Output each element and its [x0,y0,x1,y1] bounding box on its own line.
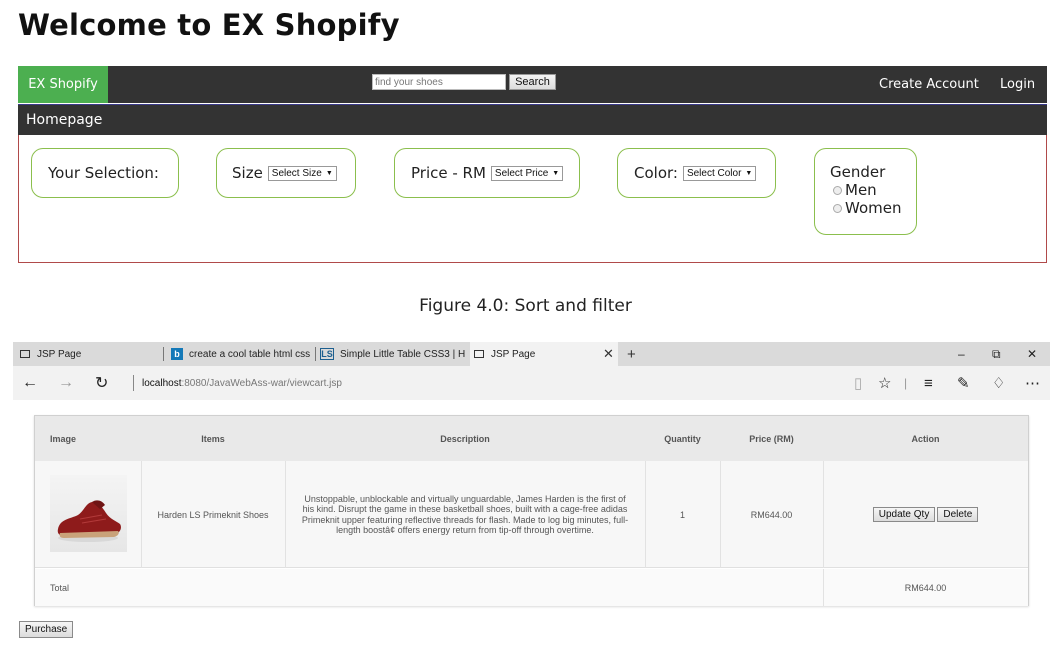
header-quantity: Quantity [664,433,701,444]
color-label: Color: [634,164,678,182]
favorite-icon[interactable]: ☆ [878,366,891,400]
purchase-button[interactable]: Purchase [19,621,74,638]
tab-jsp-page-active[interactable]: JSP Page [470,342,618,366]
gender-label: Gender [830,163,886,181]
color-filter-box: Color: Select Color ▼ [617,148,776,198]
filter-panel: Your Selection: Size Select Size ▼ Price… [18,135,1047,263]
search-input[interactable] [372,74,506,90]
tab-label: JSP Page [37,348,82,360]
reading-view-icon[interactable]: ▯ [854,366,862,400]
browser-tab-bar: JSP Page b create a cool table html css … [13,342,1050,366]
tab-label: JSP Page [491,348,536,360]
gender-option-men[interactable]: Men [830,181,877,199]
your-selection-box: Your Selection: [31,148,179,198]
url-host: localhost [142,377,182,389]
table-header: Image Items Description Quantity Price (… [35,416,1028,461]
total-label: Total [50,582,70,593]
total-value: RM644.00 [904,582,947,593]
color-select[interactable]: Select Color ▼ [682,165,757,181]
search-button[interactable]: Search [509,74,556,90]
product-image [50,475,127,552]
delete-button[interactable]: Delete [937,507,979,522]
radio-men[interactable] [833,185,842,195]
url-field[interactable]: localhost:8080/JavaWebAss-war/viewcart.j… [142,366,342,400]
more-icon[interactable]: ⋯ [1025,366,1040,400]
bing-icon: b [171,348,183,360]
price-select-value: Select Price [494,167,549,179]
your-selection-label: Your Selection: [48,164,159,182]
tab-label: create a cool table html css [189,348,311,360]
item-price: RM644.00 [750,509,793,520]
header-image: Image [50,433,77,444]
gender-men-label: Men [845,181,877,199]
site-logo-icon: LS [320,348,334,360]
gender-filter-box: Gender Men Women [814,148,917,235]
size-select-value: Select Size [271,167,322,179]
color-select-value: Select Color [686,167,742,179]
item-quantity: 1 [679,509,685,520]
total-row: Total RM644.00 [35,569,1028,606]
update-qty-button[interactable]: Update Qty [872,507,936,522]
tab-jsp-page-1[interactable]: JSP Page [20,342,165,366]
gender-women-label: Women [845,199,902,217]
new-tab-icon[interactable]: + [627,342,636,366]
radio-women[interactable] [833,203,842,213]
size-label: Size [232,164,263,182]
tab-label: Simple Little Table CSS3 | H [340,348,466,360]
page-icon [474,350,484,358]
minimize-icon[interactable]: – [958,342,965,366]
tab-simple-table[interactable]: LS Simple Little Table CSS3 | H [320,342,470,366]
address-bar: ← → ↻ localhost:8080/JavaWebAss-war/view… [13,366,1050,400]
header-price: Price (RM) [749,433,794,444]
chevron-down-icon: ▼ [552,169,560,177]
toolbar-divider: | [904,376,908,390]
page-title: Welcome to EX Shopify [18,8,400,42]
header-action: Action [911,433,940,444]
tab-create-table[interactable]: b create a cool table html css [171,342,316,366]
hub-icon[interactable]: ≡ [924,366,933,400]
close-tab-icon[interactable]: ✕ [603,342,614,366]
share-icon[interactable]: ♢ [992,366,1005,400]
create-account-link[interactable]: Create Account [879,66,979,103]
header-items: Items [201,433,225,444]
table-row: Harden LS Primeknit Shoes Unstoppable, u… [35,461,1028,568]
login-link[interactable]: Login [1000,66,1035,103]
figure-caption: Figure 4.0: Sort and filter [419,296,632,316]
item-description: Unstoppable, unblockable and virtually u… [301,493,629,536]
page-icon [20,350,30,358]
price-select[interactable]: Select Price ▼ [490,165,564,181]
refresh-icon[interactable]: ↻ [95,366,108,400]
chevron-down-icon: ▼ [325,169,333,177]
item-actions: Update Qty Delete [823,461,1028,568]
forward-icon[interactable]: → [58,366,74,400]
url-path: :8080/JavaWebAss-war/viewcart.jsp [181,377,342,389]
price-label: Price - RM [411,164,486,182]
restore-icon[interactable]: ⧉ [992,342,1001,366]
subnav: Homepage [18,104,1047,135]
cart-table: Image Items Description Quantity Price (… [34,415,1029,606]
brand-link[interactable]: EX Shopify [18,66,108,103]
item-name: Harden LS Primeknit Shoes [157,509,269,520]
header-description: Description [440,433,490,444]
homepage-link[interactable]: Homepage [26,105,102,135]
price-filter-box: Price - RM Select Price ▼ [394,148,580,198]
size-filter-box: Size Select Size ▼ [216,148,356,198]
page-content: Image Items Description Quantity Price (… [13,400,1050,667]
top-navbar: EX Shopify Search Create Account Login [18,66,1047,103]
web-note-icon[interactable]: ✎ [957,366,970,400]
close-icon[interactable]: ✕ [1027,342,1037,366]
back-icon[interactable]: ← [22,366,38,400]
chevron-down-icon: ▼ [745,169,753,177]
size-select[interactable]: Select Size ▼ [267,165,337,181]
gender-option-women[interactable]: Women [830,199,901,217]
